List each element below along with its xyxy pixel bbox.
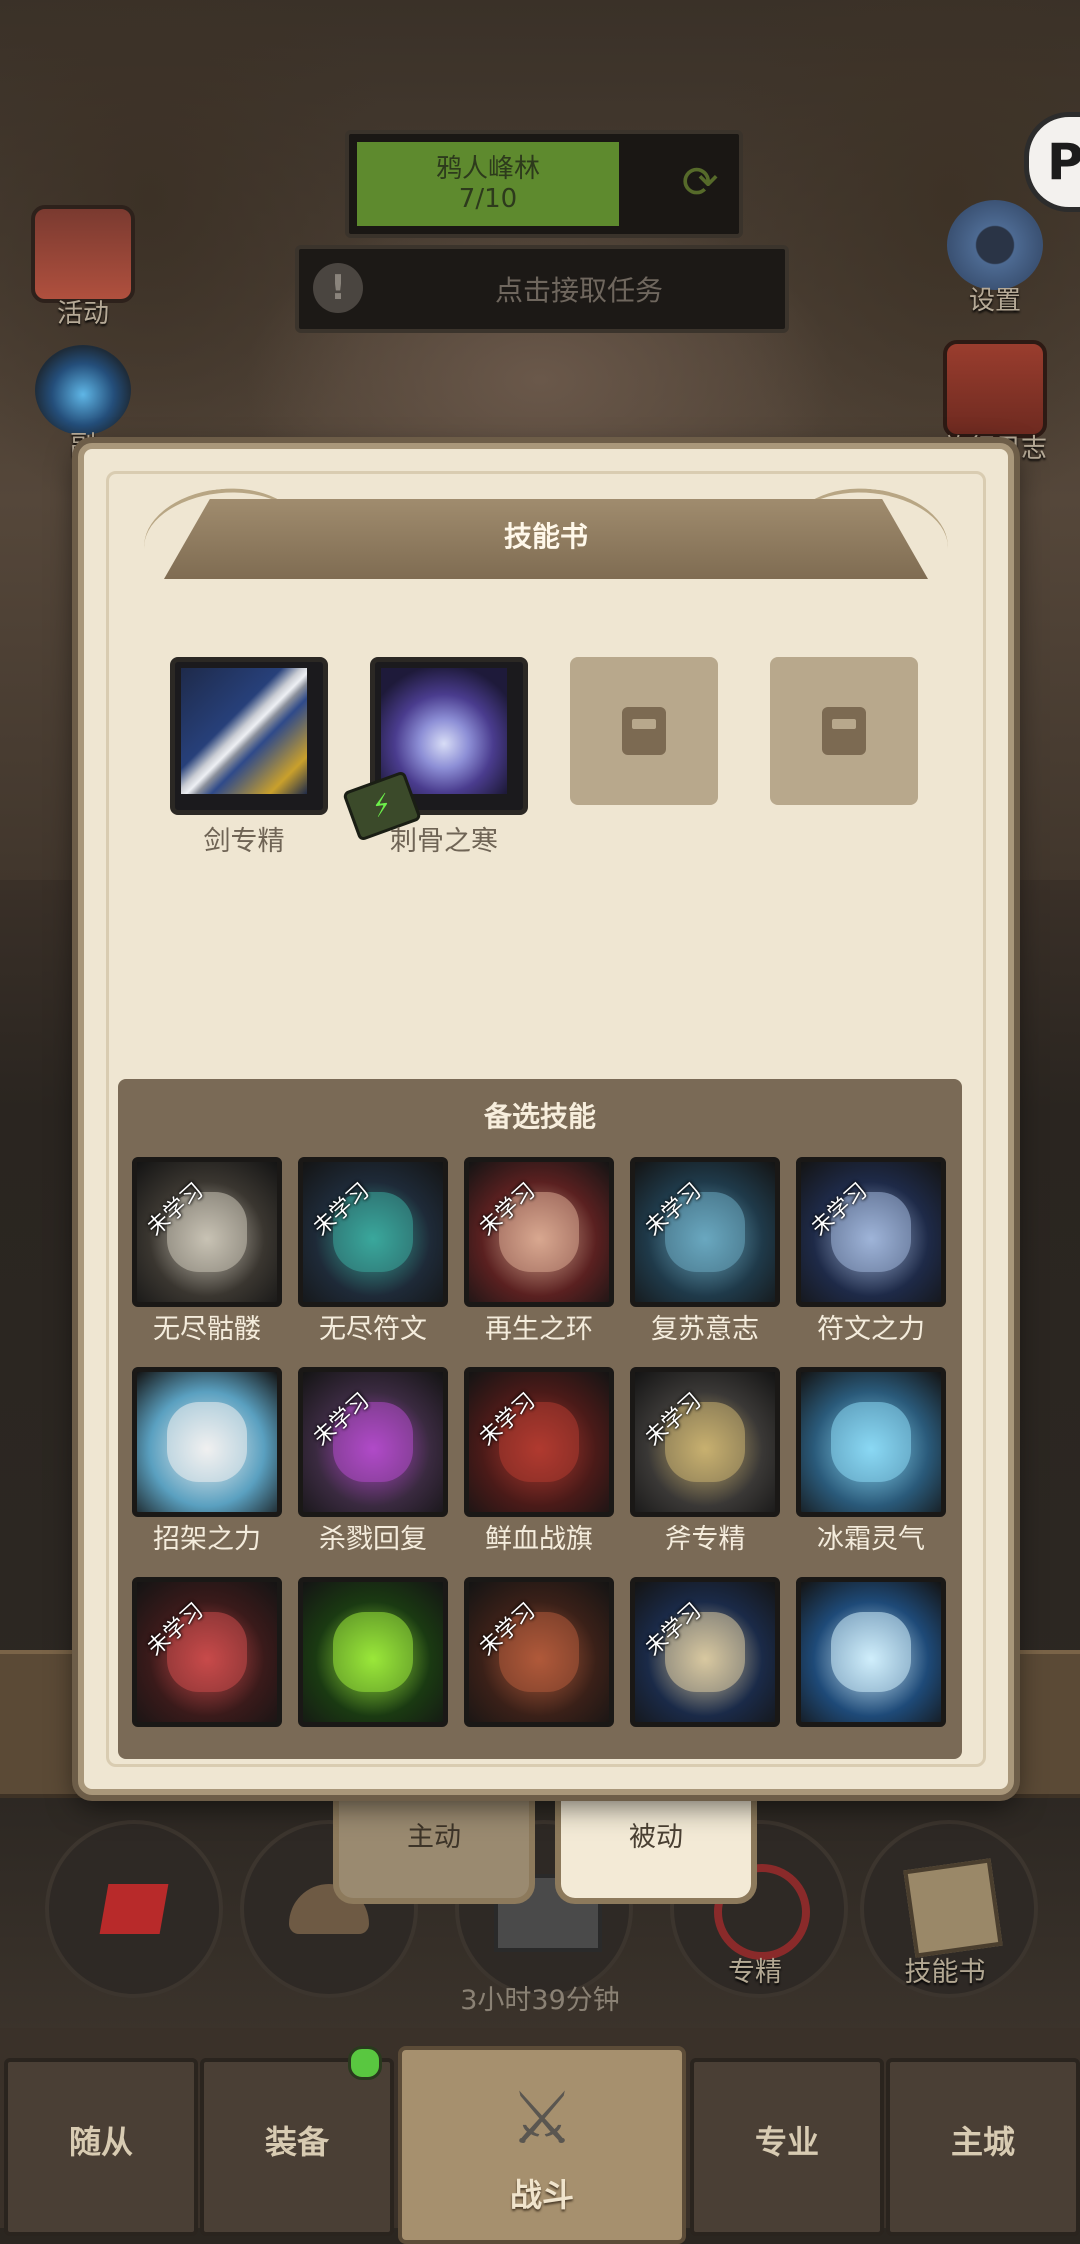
skill-icon: [298, 1577, 448, 1727]
skill-art: [333, 1612, 413, 1692]
skill-art: [831, 1402, 911, 1482]
skill-card[interactable]: 未学习: [464, 1577, 614, 1747]
lock-icon: [622, 707, 666, 755]
skill-icon: [132, 1367, 282, 1517]
idle-timer: 3小时39分钟: [460, 1985, 620, 2016]
skill-icon: 未学习: [132, 1577, 282, 1727]
notification-dot: [348, 2046, 382, 2080]
skill-card[interactable]: 未学习 无尽骷髅: [132, 1157, 282, 1357]
skill-icon: 未学习: [464, 1157, 614, 1307]
settings-button[interactable]: 设置: [930, 200, 1060, 317]
zone-name: 鸦人峰林: [435, 154, 540, 184]
refresh-icon[interactable]: ⟳: [675, 158, 725, 208]
quick-potion-button[interactable]: [45, 1820, 223, 1998]
skill-name: 再生之环: [485, 1314, 593, 1345]
journal-icon: [943, 340, 1047, 438]
dungeon-icon: [35, 345, 131, 435]
skillbook-dialog: 技能书 剑专精 ⚡ 刺骨之寒 备选技能 未学习 无尽骷髅 未学习 无尽符文 未学习 再生之…: [78, 443, 1014, 1795]
skill-icon: 未学习: [796, 1157, 946, 1307]
equipped-slot-2[interactable]: ⚡: [342, 657, 528, 842]
skill-icon: 未学习: [464, 1367, 614, 1517]
equipped-slot-2-label: 刺骨之寒: [390, 826, 498, 857]
sword-mastery-icon: [181, 668, 307, 794]
gear-icon: [947, 200, 1043, 290]
skill-card[interactable]: 招架之力: [132, 1367, 282, 1567]
skill-name: 无尽骷髅: [153, 1314, 261, 1345]
settings-label: 设置: [968, 286, 1021, 316]
skill-icon: [796, 1577, 946, 1727]
skill-name: 复苏意志: [651, 1314, 759, 1345]
skill-icon: 未学习: [464, 1577, 614, 1727]
dialog-title: 技能书: [503, 520, 588, 553]
activity-button[interactable]: 活动: [18, 205, 148, 330]
skill-card[interactable]: [298, 1577, 448, 1747]
nav-profession[interactable]: 专业: [690, 2058, 884, 2236]
skill-icon: 未学习: [630, 1367, 780, 1517]
skill-icon: 未学习: [630, 1577, 780, 1727]
skill-card[interactable]: 未学习: [630, 1577, 780, 1747]
skill-icon: [796, 1367, 946, 1517]
skill-name: 符文之力: [817, 1314, 925, 1345]
nav-main-city[interactable]: 主城: [886, 2058, 1080, 2236]
equipped-slot-4[interactable]: [770, 657, 918, 805]
tab-passive-skills[interactable]: 被动: [555, 1788, 757, 1904]
skill-icon: 未学习: [298, 1367, 448, 1517]
skillbook-label: 技能书: [904, 1957, 986, 1988]
activity-label: 活动: [56, 299, 109, 329]
skill-card[interactable]: 未学习 无尽符文: [298, 1157, 448, 1357]
specialization-label: 专精: [728, 1957, 782, 1988]
skill-name: 无尽符文: [319, 1314, 427, 1345]
skill-name: 冰霜灵气: [817, 1524, 925, 1555]
skill-card[interactable]: 冰霜灵气: [796, 1367, 946, 1567]
skill-name: 斧专精: [664, 1524, 746, 1555]
skill-card[interactable]: 未学习 再生之环: [464, 1157, 614, 1357]
skill-card[interactable]: 未学习 复苏意志: [630, 1157, 780, 1357]
nav-battle[interactable]: ⚔ 战斗: [398, 2046, 686, 2244]
potion-icon: [99, 1884, 169, 1934]
nav-equipment[interactable]: 装备: [200, 2058, 394, 2236]
crossed-swords-icon: ⚔: [509, 2076, 575, 2160]
bottom-navigation: 随从 装备 ⚔ 战斗 专业 主城: [0, 2028, 1080, 2244]
alternative-skills-title: 备选技能: [483, 1100, 596, 1133]
equipped-slot-1[interactable]: [170, 657, 328, 815]
quest-text: 点击接取任务: [494, 274, 663, 307]
activity-icon: [31, 205, 135, 303]
skill-card[interactable]: 未学习 鲜血战旗: [464, 1367, 614, 1567]
zone-progress-text: 7/10: [458, 184, 518, 214]
tab-active-skills[interactable]: 主动: [333, 1788, 535, 1904]
skill-icon: 未学习: [132, 1157, 282, 1307]
skill-card[interactable]: [796, 1577, 946, 1747]
alternative-skills-panel: 备选技能 未学习 无尽骷髅 未学习 无尽符文 未学习 再生之环 未学习 复苏意志 未学习 符文之力…: [118, 1079, 962, 1759]
skill-art: [831, 1612, 911, 1692]
skill-card[interactable]: 未学习 斧专精: [630, 1367, 780, 1567]
equipped-slot-1-label: 剑专精: [203, 826, 285, 857]
skill-art: [167, 1402, 247, 1482]
skill-name: 招架之力: [153, 1524, 261, 1555]
skillbook-icon: [903, 1858, 1003, 1958]
zone-progress-bar[interactable]: 鸦人峰林 7/10 ⟳: [345, 130, 743, 238]
lock-icon: [822, 707, 866, 755]
skill-grid: 未学习 无尽骷髅 未学习 无尽符文 未学习 再生之环 未学习 复苏意志 未学习 符文之力 招架之力未…: [132, 1157, 952, 1747]
quest-bar[interactable]: ! 点击接取任务: [295, 245, 789, 333]
skill-card[interactable]: 未学习 杀戮回复: [298, 1367, 448, 1567]
skill-icon: 未学习: [298, 1157, 448, 1307]
skill-name: 鲜血战旗: [485, 1524, 593, 1555]
nav-battle-label: 战斗: [509, 2176, 574, 2214]
exclamation-icon: !: [313, 263, 363, 313]
skill-card[interactable]: 未学习: [132, 1577, 282, 1747]
nav-followers[interactable]: 随从: [4, 2058, 198, 2236]
skill-card[interactable]: 未学习 符文之力: [796, 1157, 946, 1357]
equipped-slot-3[interactable]: [570, 657, 718, 805]
skill-name: 杀戮回复: [319, 1524, 427, 1555]
skill-icon: 未学习: [630, 1157, 780, 1307]
